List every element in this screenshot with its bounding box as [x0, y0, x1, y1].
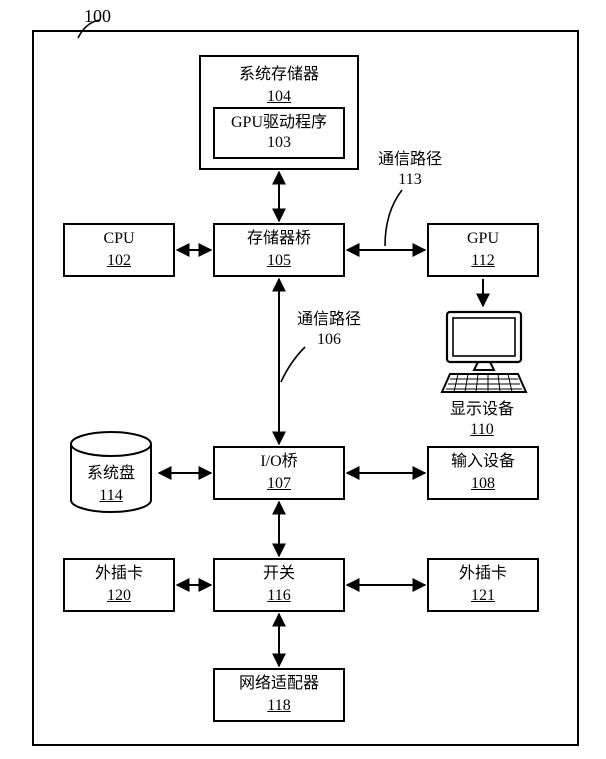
figure-reference: 100 — [84, 6, 111, 27]
block-title: 输入设备 — [451, 452, 515, 472]
block-ref: 108 — [471, 474, 495, 494]
block-addin-card-right: 外插卡 121 — [427, 558, 539, 612]
label-title: 通信路径 — [297, 310, 361, 330]
block-input-device: 输入设备 108 — [427, 446, 539, 500]
label-display-device: 显示设备 110 — [450, 400, 514, 440]
label-ref: 106 — [297, 330, 361, 350]
diagram-stage: 100 系统存储器 104 GPU驱动程序 103 CPU 102 存储器桥 1… — [0, 0, 606, 759]
label-ref: 113 — [378, 170, 442, 190]
block-network-adapter: 网络适配器 118 — [213, 668, 345, 722]
label-comm-path-113: 通信路径 113 — [378, 150, 442, 190]
display-device-icon — [438, 308, 530, 398]
block-ref: 107 — [267, 474, 291, 494]
block-switch: 开关 116 — [213, 558, 345, 612]
label-comm-path-106: 通信路径 106 — [297, 310, 361, 350]
block-ref: 105 — [267, 251, 291, 271]
block-memory-bridge: 存储器桥 105 — [213, 223, 345, 277]
label-title: 通信路径 — [378, 150, 442, 170]
block-io-bridge: I/O桥 107 — [213, 446, 345, 500]
block-title: 网络适配器 — [239, 674, 319, 694]
block-title: 系统存储器 — [239, 65, 319, 85]
block-ref: 102 — [107, 251, 131, 271]
block-title: 存储器桥 — [247, 229, 311, 249]
block-ref: 121 — [471, 586, 495, 606]
block-ref: 116 — [267, 586, 290, 606]
block-title: 系统盘 — [87, 465, 135, 482]
block-title: GPU — [467, 229, 499, 249]
block-gpu-driver: GPU驱动程序 103 — [213, 107, 345, 159]
block-addin-card-left: 外插卡 120 — [63, 558, 175, 612]
block-ref: 118 — [267, 696, 290, 716]
block-title: GPU驱动程序 — [231, 113, 327, 133]
label-title: 显示设备 — [450, 400, 514, 420]
system-disk-icon: 系统盘 114 — [65, 430, 157, 516]
block-ref: 103 — [267, 133, 291, 153]
block-title: 外插卡 — [459, 564, 507, 584]
block-title: 开关 — [263, 564, 295, 584]
block-ref: 114 — [65, 486, 157, 506]
label-ref: 110 — [450, 420, 514, 440]
block-gpu: GPU 112 — [427, 223, 539, 277]
block-ref: 120 — [107, 586, 131, 606]
block-cpu: CPU 102 — [63, 223, 175, 277]
block-title: CPU — [103, 229, 134, 249]
block-ref: 112 — [471, 251, 494, 271]
block-title: 外插卡 — [95, 564, 143, 584]
block-ref: 104 — [267, 87, 291, 107]
block-title: I/O桥 — [260, 452, 297, 472]
